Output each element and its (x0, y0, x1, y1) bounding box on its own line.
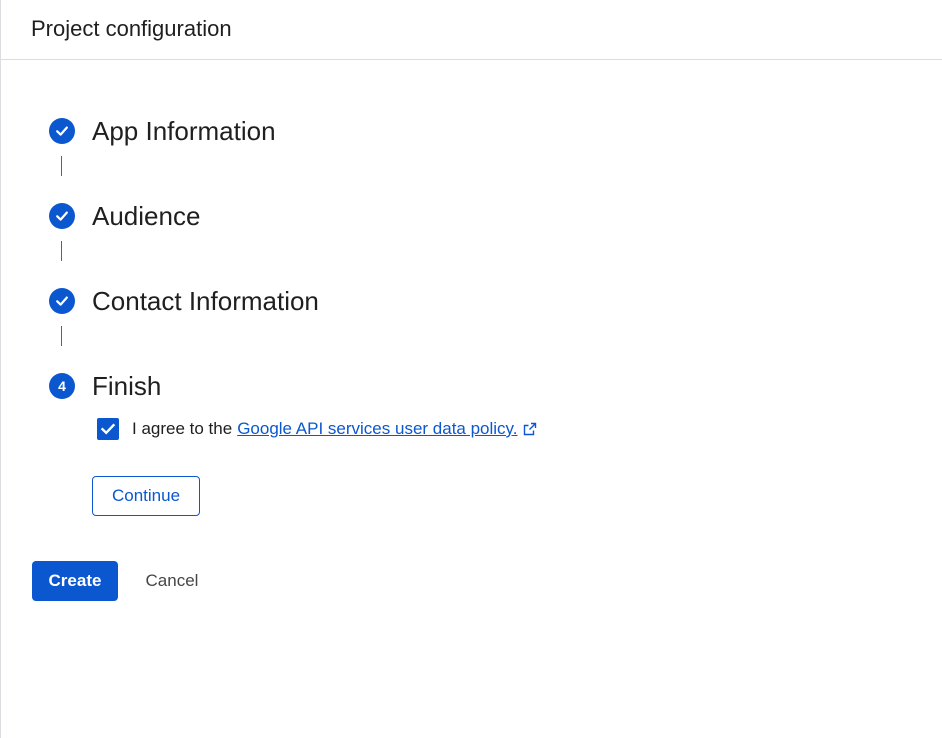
step-label: Contact Information (92, 286, 319, 316)
check-circle-icon (49, 118, 75, 144)
agree-row: I agree to the Google API services user … (97, 417, 537, 441)
step-label: Finish (92, 371, 162, 401)
check-circle-icon (49, 203, 75, 229)
checkmark-icon (100, 423, 116, 435)
continue-button[interactable]: Continue (92, 476, 200, 516)
external-link-icon[interactable] (523, 422, 537, 436)
create-button[interactable]: Create (32, 561, 118, 601)
step-audience[interactable]: Audience (49, 201, 200, 231)
step-contact-information[interactable]: Contact Information (49, 286, 319, 316)
step-connector (61, 156, 62, 176)
step-connector (61, 326, 62, 346)
step-number: 4 (58, 378, 66, 394)
cancel-button[interactable]: Cancel (131, 561, 213, 601)
agree-text: I agree to the (132, 419, 233, 438)
step-label: Audience (92, 201, 201, 231)
step-label: App Information (92, 116, 276, 146)
agree-checkbox[interactable] (97, 418, 119, 440)
page-title: Project configuration (31, 16, 232, 41)
page-header: Project configuration (1, 0, 942, 60)
step-number-badge: 4 (49, 373, 75, 399)
policy-link[interactable]: Google API services user data policy. (237, 419, 517, 439)
step-app-information[interactable]: App Information (49, 116, 276, 146)
step-finish[interactable]: 4 Finish (49, 371, 161, 401)
check-circle-icon (49, 288, 75, 314)
step-connector (61, 241, 62, 261)
